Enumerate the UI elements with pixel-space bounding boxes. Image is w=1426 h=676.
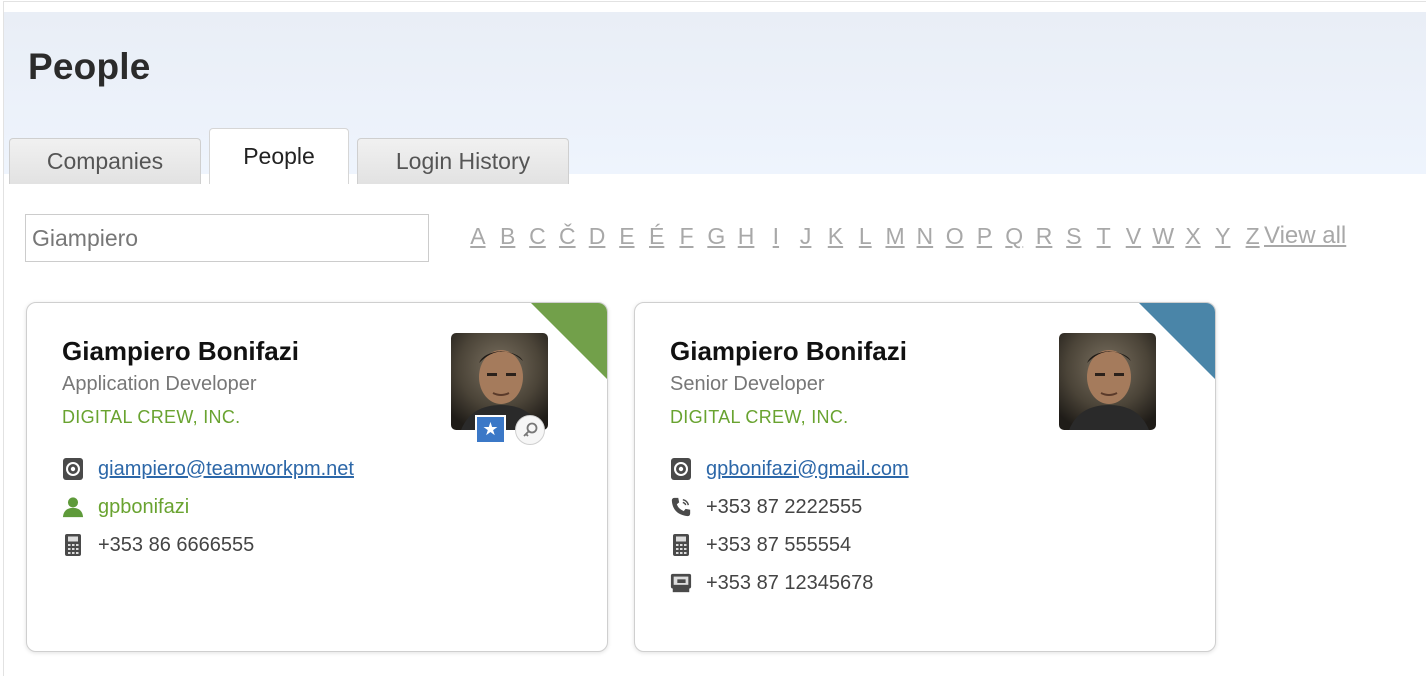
page-header: People Companies People Login History [4,12,1426,184]
alphabet-letter[interactable]: K [821,219,851,253]
alphabet-letter[interactable]: J [791,219,821,253]
phone-row: +353 87 2222555 [670,493,862,521]
phone-icon [670,494,692,520]
person-card[interactable]: Giampiero Bonifazi Application Developer… [26,302,608,652]
tab-login-history[interactable]: Login History [357,138,569,184]
phone-number: +353 87 2222555 [706,495,863,518]
alphabet-letter[interactable]: B [493,219,523,253]
alphabet-letter[interactable]: L [850,219,880,253]
username-row: gpbonifazi [62,493,189,521]
email-link[interactable]: giampiero@teamworkpm.net [98,458,354,481]
mobile-row: +353 87 555554 [670,531,851,559]
alphabet-letter[interactable]: W [1148,219,1178,253]
person-company[interactable]: DIGITAL CREW, INC. [670,407,848,428]
alphabet-letter[interactable]: D [582,219,612,253]
star-icon[interactable]: ★ [475,415,506,444]
alphabet-letter[interactable]: É [642,219,672,253]
alphabet-filter: ABCČDEÉFGHIJKLMNOPQRSTVWXYZ [463,219,1268,253]
mobile-phone-icon [62,532,84,558]
at-sign-icon [670,456,692,482]
alphabet-letter[interactable]: C [523,219,553,253]
alphabet-letter[interactable]: R [1029,219,1059,253]
mobile-phone-icon [670,532,692,558]
alphabet-letter[interactable]: T [1089,219,1119,253]
alphabet-letter[interactable]: G [701,219,731,253]
alphabet-letter[interactable]: P [970,219,1000,253]
alphabet-letter[interactable]: H [731,219,761,253]
tab-people[interactable]: People [209,128,349,184]
alphabet-letter[interactable]: S [1059,219,1089,253]
person-name[interactable]: Giampiero Bonifazi [62,336,299,367]
alphabet-letter[interactable]: E [612,219,642,253]
key-icon[interactable] [515,415,545,445]
alphabet-letter[interactable]: Y [1208,219,1238,253]
mobile-row: +353 86 6666555 [62,531,254,559]
alphabet-letter[interactable]: Q [999,219,1029,253]
person-card[interactable]: Giampiero Bonifazi Senior Developer DIGI… [634,302,1216,652]
person-title: Application Developer [62,373,257,395]
alphabet-letter[interactable]: V [1119,219,1149,253]
view-all-link[interactable]: View all [1264,219,1346,253]
alphabet-letter[interactable]: I [761,219,791,253]
alphabet-letter[interactable]: X [1178,219,1208,253]
person-name[interactable]: Giampiero Bonifazi [670,336,907,367]
email-row: gpbonifazi@gmail.com [670,455,909,483]
page-frame: People Companies People Login History AB… [3,1,1426,676]
alphabet-letter[interactable]: O [940,219,970,253]
email-row: giampiero@teamworkpm.net [62,455,354,483]
username: gpbonifazi [98,495,190,518]
alphabet-letter[interactable]: A [463,219,493,253]
fax-icon [670,570,692,596]
tab-companies[interactable]: Companies [9,138,201,184]
avatar[interactable] [1059,333,1156,430]
email-link[interactable]: gpbonifazi@gmail.com [706,458,909,481]
user-icon [62,494,84,520]
alphabet-letter[interactable]: M [880,219,910,253]
alphabet-letter[interactable]: F [672,219,702,253]
person-company[interactable]: DIGITAL CREW, INC. [62,407,240,428]
person-title: Senior Developer [670,373,825,395]
alphabet-letter[interactable]: Č [552,219,582,253]
page-title: People [28,46,151,87]
search-input[interactable] [25,214,429,262]
alphabet-letter[interactable]: N [910,219,940,253]
mobile-number: +353 87 555554 [706,533,852,556]
at-sign-icon [62,456,84,482]
mobile-number: +353 86 6666555 [98,533,255,556]
fax-number: +353 87 12345678 [706,571,874,594]
fax-row: +353 87 12345678 [670,569,873,597]
